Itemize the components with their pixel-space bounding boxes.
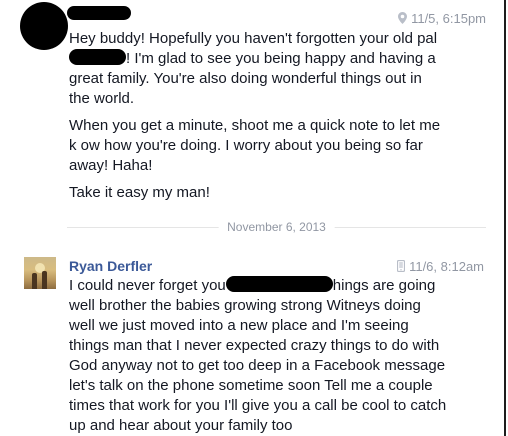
message-line-text: I could never forget you — [69, 277, 226, 294]
message-line: God anyway not to get too deep in a Face… — [69, 357, 446, 374]
message-line: times that work for you I'll give you a … — [69, 397, 447, 414]
avatar-figure-shape — [32, 273, 37, 289]
message-paragraph: Take it easy my man! — [69, 183, 497, 203]
message-line: the world. — [69, 90, 135, 107]
timestamp-text: 11/5, 6:15pm — [411, 11, 486, 26]
location-pin-icon — [398, 12, 408, 28]
message-line: When you get a minute, shoot me a quick … — [69, 117, 441, 134]
message-line: up and hear about your family too — [69, 417, 293, 434]
message-paragraph: I could never forget you hings are going … — [69, 276, 497, 436]
redacted-name — [69, 49, 126, 65]
message-line-text: ! I'm glad to see you being happy and ha… — [126, 50, 436, 67]
timestamp-text: 11/6, 8:12am — [409, 259, 484, 274]
date-divider-label: November 6, 2013 — [218, 219, 335, 235]
message-line: away! Haha! — [69, 157, 153, 174]
message-line: ! I'm glad to see you being happy and ha… — [69, 49, 497, 69]
message-line: well brother the babies growing strong W… — [69, 297, 421, 314]
message-line: things man that I never expected crazy t… — [69, 337, 440, 354]
message-line-text: hings are going — [332, 277, 436, 294]
mobile-phone-icon — [396, 259, 406, 276]
message-line: well we just moved into a new place and … — [69, 317, 409, 334]
message-line: Take it easy my man! — [69, 184, 210, 201]
message-line: let's talk on the phone sometime soon Te… — [69, 377, 433, 394]
avatar[interactable] — [24, 257, 56, 289]
message-paragraph: Hey buddy! Hopefully you haven't forgott… — [69, 29, 497, 109]
sender-name-redacted — [67, 6, 131, 20]
message-thread: 11/5, 6:15pm Hey buddy! Hopefully you ha… — [0, 0, 506, 436]
date-divider: November 6, 2013 — [67, 219, 486, 235]
avatar-redacted — [20, 2, 68, 50]
sender-name[interactable]: Ryan Derfler — [69, 258, 152, 274]
message-line: great family. You're also doing wonderfu… — [69, 70, 422, 87]
message-line: Hey buddy! Hopefully you haven't forgott… — [69, 30, 438, 47]
message-line: k ow how you're doing. I worry about you… — [69, 137, 423, 154]
redacted-text — [225, 276, 333, 292]
avatar-figure-shape — [42, 271, 47, 289]
message-paragraph: When you get a minute, shoot me a quick … — [69, 116, 497, 176]
message-timestamp: 11/6, 8:12am — [396, 259, 484, 276]
message-line: I could never forget you hings are going — [69, 276, 497, 296]
message-timestamp: 11/5, 6:15pm — [398, 11, 486, 28]
message-item: 11/5, 6:15pm Hey buddy! Hopefully you ha… — [0, 0, 504, 205]
